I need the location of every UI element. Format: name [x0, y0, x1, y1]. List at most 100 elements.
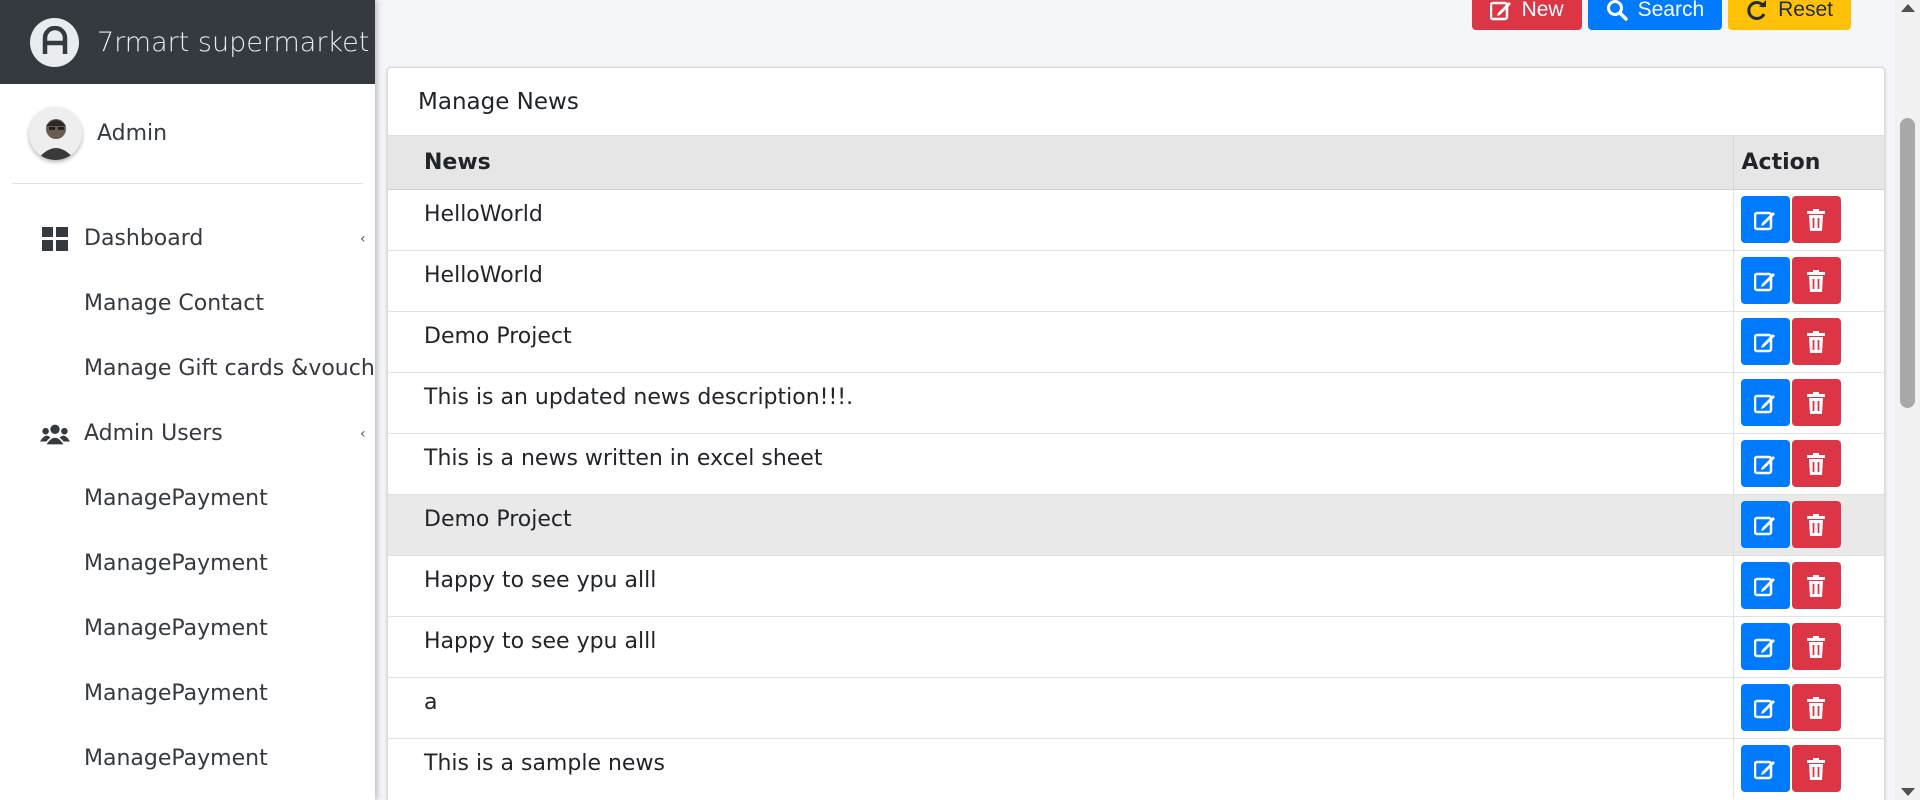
- dashboard-icon: [40, 224, 70, 254]
- edit-button[interactable]: [1740, 745, 1790, 793]
- delete-button[interactable]: [1791, 318, 1841, 365]
- sidebar-item-dashboard[interactable]: Dashboard ‹: [0, 206, 375, 271]
- column-header-news: News: [388, 136, 1733, 190]
- edit-button[interactable]: [1740, 318, 1790, 365]
- sidebar-item-manage-payment[interactable]: ManagePayment: [0, 661, 375, 726]
- delete-button[interactable]: [1791, 745, 1841, 793]
- action-cell: [1732, 737, 1884, 799]
- table-header-row: News Action: [388, 136, 1884, 190]
- edit-button[interactable]: [1740, 562, 1790, 609]
- sidebar-item-manage-payment[interactable]: ManagePayment: [0, 531, 375, 596]
- delete-button[interactable]: [1791, 501, 1841, 548]
- refresh-icon: [1746, 0, 1768, 21]
- delete-button[interactable]: [1791, 196, 1841, 243]
- sidebar-item-manage-gift-cards[interactable]: Manage Gift cards &voucher: [0, 336, 375, 401]
- edit-icon: [1754, 514, 1776, 536]
- new-button-label: New: [1521, 0, 1564, 21]
- chevron-left-icon: ‹: [360, 425, 366, 442]
- page-scrollbar[interactable]: [1895, 0, 1920, 800]
- trash-icon: [1807, 757, 1825, 780]
- edit-icon: [1489, 0, 1512, 21]
- trash-icon: [1807, 269, 1825, 292]
- sidebar-item-label: Dashboard: [84, 226, 204, 251]
- edit-button[interactable]: [1740, 684, 1790, 731]
- action-cell: [1732, 371, 1884, 433]
- edit-icon: [1754, 270, 1776, 292]
- edit-button[interactable]: [1740, 623, 1790, 670]
- trash-icon: [1807, 513, 1825, 536]
- edit-button[interactable]: [1740, 440, 1790, 487]
- delete-button[interactable]: [1791, 623, 1841, 670]
- edit-button[interactable]: [1740, 257, 1790, 304]
- table-row: HelloWorld: [388, 188, 1884, 250]
- delete-button[interactable]: [1791, 562, 1841, 609]
- delete-button[interactable]: [1791, 257, 1841, 304]
- table-row: This is an updated news description!!!.: [388, 371, 1884, 433]
- edit-button[interactable]: [1740, 379, 1790, 426]
- scroll-down-icon[interactable]: [1901, 788, 1915, 796]
- news-cell: This is an updated news description!!!.: [388, 371, 1733, 433]
- column-header-action: Action: [1732, 136, 1884, 190]
- table-row: Demo Project: [388, 310, 1884, 372]
- scroll-up-icon[interactable]: [1901, 4, 1915, 12]
- brand-title: 7rmart supermarket: [97, 26, 370, 58]
- reset-button-label: Reset: [1778, 0, 1833, 21]
- table-row: Happy to see ypu alll: [388, 615, 1884, 677]
- sidebar-item-manage-payment[interactable]: ManagePayment: [0, 596, 375, 661]
- edit-button[interactable]: [1740, 501, 1790, 548]
- reset-button[interactable]: Reset: [1728, 0, 1851, 30]
- users-icon: [40, 419, 70, 449]
- table-row: Happy to see ypu alll: [388, 554, 1884, 616]
- action-cell: [1732, 249, 1884, 311]
- action-cell: [1732, 615, 1884, 677]
- action-cell: [1732, 432, 1884, 494]
- news-cell: Happy to see ypu alll: [388, 554, 1733, 616]
- action-cell: [1732, 493, 1884, 555]
- sidebar-item-label: Manage Gift cards &voucher: [84, 356, 375, 381]
- table-row: This is a news written in excel sheet: [388, 432, 1884, 494]
- edit-button[interactable]: [1740, 196, 1790, 243]
- trash-icon: [1807, 330, 1825, 353]
- search-icon: [1606, 0, 1628, 21]
- action-cell: [1732, 676, 1884, 738]
- sidebar-item-label: ManagePayment: [84, 681, 268, 706]
- action-cell: [1732, 554, 1884, 616]
- sidebar-item-manage-payment[interactable]: ManagePayment: [0, 726, 375, 791]
- user-panel[interactable]: Admin: [12, 84, 363, 184]
- news-table-body: HelloWorld HelloWorld Demo Project This is …: [388, 188, 1884, 799]
- edit-icon: [1754, 697, 1776, 719]
- table-row: HelloWorld: [388, 249, 1884, 311]
- search-button-label: Search: [1637, 0, 1705, 21]
- news-card: Manage News News Action HelloWorld HelloW…: [387, 67, 1885, 800]
- scrollbar-thumb[interactable]: [1900, 118, 1915, 408]
- table-row: Demo Project: [388, 493, 1884, 555]
- news-cell: This is a sample news: [388, 737, 1733, 799]
- action-cell: [1732, 310, 1884, 372]
- sidebar-item-label: ManagePayment: [84, 616, 268, 641]
- edit-icon: [1754, 575, 1776, 597]
- sidebar: 7rmart supermarket Admin Dashboard ‹ Man…: [0, 0, 375, 800]
- edit-icon: [1754, 392, 1776, 414]
- sidebar-item-admin-users[interactable]: Admin Users ‹: [0, 401, 375, 466]
- delete-button[interactable]: [1791, 379, 1841, 426]
- trash-icon: [1807, 452, 1825, 475]
- search-button[interactable]: Search: [1587, 0, 1723, 30]
- delete-button[interactable]: [1791, 684, 1841, 731]
- trash-icon: [1807, 208, 1825, 231]
- new-button[interactable]: New: [1471, 0, 1582, 30]
- toolbar: New Search Reset: [1471, 0, 1851, 30]
- edit-icon: [1754, 636, 1776, 658]
- sidebar-item-label: Admin Users: [84, 421, 223, 446]
- edit-icon: [1754, 209, 1776, 231]
- delete-button[interactable]: [1791, 440, 1841, 487]
- news-cell: Demo Project: [388, 310, 1733, 372]
- trash-icon: [1807, 635, 1825, 658]
- brand-link[interactable]: 7rmart supermarket: [0, 0, 375, 84]
- sidebar-item-label: ManagePayment: [84, 486, 268, 511]
- edit-icon: [1754, 331, 1776, 353]
- chevron-left-icon: ‹: [360, 230, 366, 247]
- brand-logo-icon: [30, 17, 79, 67]
- sidebar-item-manage-payment[interactable]: ManagePayment: [0, 466, 375, 531]
- sidebar-item-manage-contact[interactable]: Manage Contact: [0, 271, 375, 336]
- card-title: Manage News: [388, 68, 1884, 136]
